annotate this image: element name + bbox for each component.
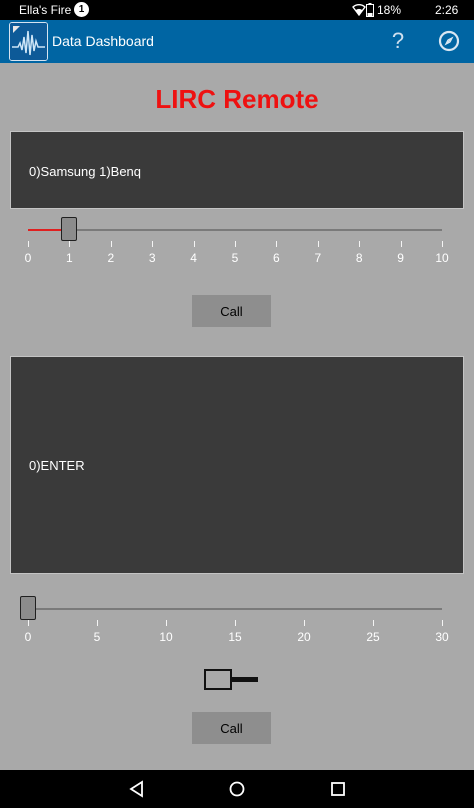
page-title: LIRC Remote <box>155 84 319 114</box>
notification-badge: 1 <box>74 2 89 17</box>
command-slider-tick-label: 20 <box>297 630 311 644</box>
device-slider-tick-label: 10 <box>435 251 449 265</box>
command-slider-tick-label: 10 <box>159 630 173 644</box>
device-slider-track[interactable] <box>28 229 442 231</box>
device-slider-tick <box>235 241 236 247</box>
command-slider-tick <box>373 620 374 626</box>
device-slider-tick-label: 2 <box>107 251 115 265</box>
device-slider-tick-label: 0 <box>24 251 32 265</box>
device-slider-tick-label: 8 <box>355 251 363 265</box>
clock: 2:26 <box>435 3 459 17</box>
device-slider-tick-label: 3 <box>148 251 156 265</box>
device-slider-tick <box>28 241 29 247</box>
battery-icon <box>366 3 374 20</box>
navigation-bar <box>0 770 474 808</box>
command-slider-tick <box>28 620 29 626</box>
back-icon[interactable] <box>127 779 147 799</box>
app-title: Data Dashboard <box>52 33 154 49</box>
device-slider-tick <box>193 241 195 247</box>
wifi-icon <box>352 3 366 19</box>
help-icon[interactable]: ? <box>386 28 410 54</box>
device-list-panel: 0)Samsung 1)Benq <box>10 131 464 209</box>
command-slider-tick <box>442 620 443 626</box>
toggle-switch-bar[interactable] <box>230 677 258 682</box>
device-slider-tick-label: 5 <box>231 251 239 265</box>
command-list-text: 0)ENTER <box>29 458 85 473</box>
command-list-panel: 0)ENTER <box>10 356 464 574</box>
command-slider-tick <box>235 620 236 626</box>
command-slider-tick-label: 25 <box>366 630 380 644</box>
command-slider-track[interactable] <box>28 608 442 610</box>
device-name: Ella's Fire <box>19 3 72 17</box>
device-slider-tick <box>276 241 278 247</box>
device-slider-tick-label: 4 <box>190 251 197 265</box>
status-bar: Ella's Fire 1 18% 2:26 <box>0 0 474 20</box>
app-logo-icon <box>9 22 48 61</box>
device-slider-tick <box>69 241 71 247</box>
recents-icon[interactable] <box>328 779 348 799</box>
device-slider-tick <box>110 241 112 247</box>
compass-icon[interactable] <box>436 28 462 54</box>
device-list-text: 0)Samsung 1)Benq <box>29 164 142 179</box>
device-slider-tick-label: 1 <box>66 251 73 265</box>
device-slider-tick <box>317 241 319 247</box>
device-slider-tick <box>152 241 154 247</box>
home-icon[interactable] <box>227 779 247 799</box>
call-device-button[interactable]: Call <box>192 295 271 327</box>
device-slider-tick-label: 9 <box>397 251 404 265</box>
device-slider-tick-label: 6 <box>273 251 280 265</box>
call-command-button[interactable]: Call <box>192 712 271 744</box>
command-slider-tick-label: 15 <box>228 630 242 644</box>
device-slider-tick <box>442 241 443 247</box>
app-bar: Data Dashboard ? <box>0 20 474 63</box>
command-slider-thumb[interactable] <box>20 596 36 620</box>
device-slider-thumb[interactable] <box>61 217 78 241</box>
toggle-switch[interactable] <box>204 669 232 690</box>
device-slider-tick <box>400 241 402 247</box>
command-slider-tick-label: 30 <box>435 630 449 644</box>
command-slider-tick <box>97 620 98 626</box>
command-slider-tick <box>166 620 167 626</box>
command-slider-tick-label: 5 <box>93 630 101 644</box>
command-slider-tick <box>304 620 305 626</box>
battery-level: 18% <box>377 3 402 17</box>
device-slider-tick <box>359 241 361 247</box>
device-slider-tick-label: 7 <box>314 251 322 265</box>
command-slider-tick-label: 0 <box>24 630 32 644</box>
